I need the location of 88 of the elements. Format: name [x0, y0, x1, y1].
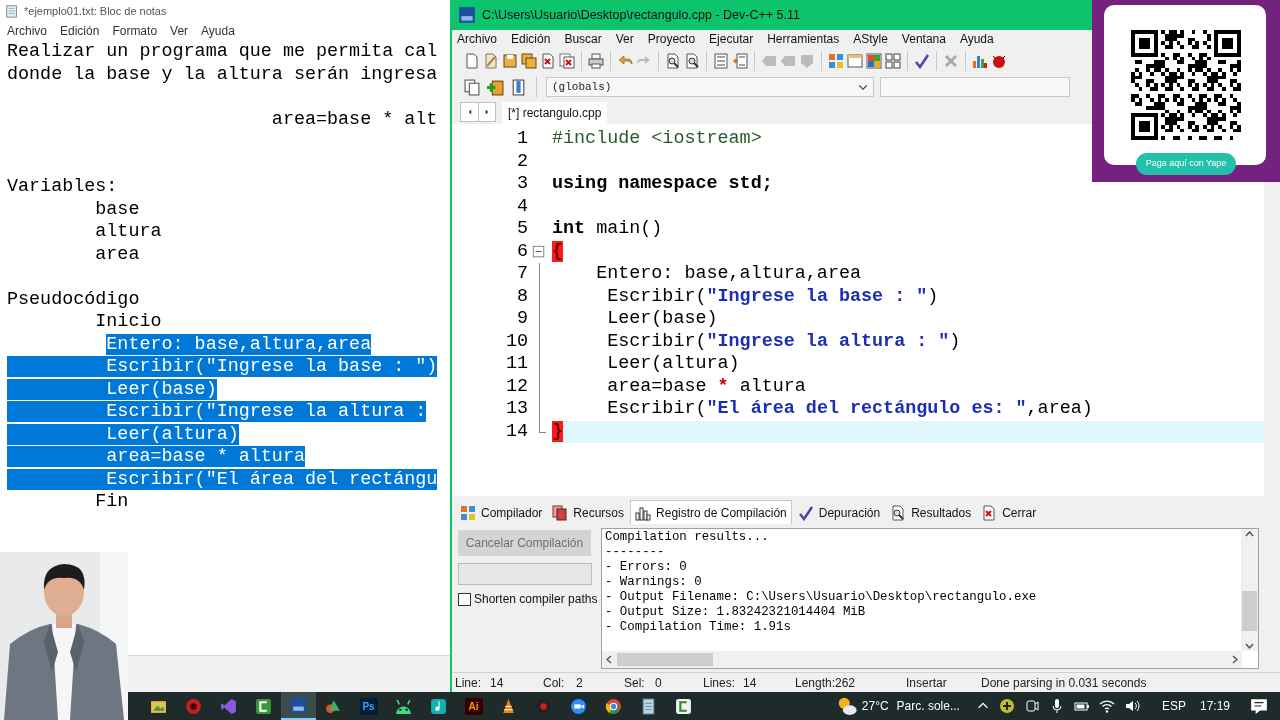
status-label: Line:: [455, 674, 483, 692]
clock[interactable]: 17:19: [1199, 697, 1230, 715]
menu-item[interactable]: Ejecutar: [709, 30, 754, 48]
text-line: Leer(base): [7, 378, 450, 401]
code-line: Escribir("Ingrese la altura : "): [606, 330, 962, 353]
menu-item[interactable]: Ver: [615, 30, 634, 48]
menu-item[interactable]: Ver: [170, 22, 189, 40]
menu-item[interactable]: Edición: [511, 30, 551, 48]
weather-text: Parc. sole...: [896, 698, 960, 715]
temperature: 27°C: [861, 698, 889, 715]
code-line: Leer(altura): [606, 353, 741, 376]
text-line: altura: [94, 221, 163, 244]
status-label: Col:: [543, 674, 566, 692]
line-number: 7: [515, 263, 529, 286]
text-line: Variables:: [7, 176, 119, 199]
log-line: --------: [605, 545, 666, 560]
panel-tab[interactable]: Compilador: [456, 502, 547, 524]
line-number: 13: [504, 398, 529, 421]
panel-tab[interactable]: Resultados: [886, 502, 976, 524]
line-number: 14: [504, 420, 529, 443]
menu-item[interactable]: Ayuda: [959, 30, 994, 48]
status-value: 2: [576, 674, 583, 692]
app-badge: Ai: [464, 697, 483, 715]
language-indicator[interactable]: ESP: [1161, 697, 1186, 715]
status-value: 14: [490, 674, 504, 692]
status-message: Done parsing in 0.031 seconds: [981, 674, 1147, 692]
menu-item[interactable]: Formato: [112, 22, 158, 40]
text-line: Inicio: [94, 311, 163, 334]
editor-tab[interactable]: [*] rectangulo.cpp: [502, 102, 608, 124]
status-label: Sel:: [624, 674, 646, 692]
text-line: area=base * alt: [270, 108, 439, 131]
line-number: 1: [515, 128, 529, 151]
code-line: Escribir("El área del rectángulo es: ",area): [606, 398, 1094, 421]
line-number: 10: [504, 330, 529, 353]
taskbar-button[interactable]: Ps: [351, 692, 386, 720]
code-line: using namespace std;: [552, 173, 774, 196]
app-badge: Ps: [359, 697, 378, 715]
menu-item[interactable]: Ayuda: [201, 22, 235, 40]
status-value: 262: [835, 674, 856, 692]
menu-item[interactable]: Herramientas: [767, 30, 840, 48]
line-number: 4: [515, 195, 529, 218]
line-number: 3: [515, 173, 529, 196]
log-line: - Compilation Time: 1.91s: [605, 620, 792, 635]
line-number: 9: [515, 308, 529, 331]
line-number: 5: [515, 218, 529, 241]
text-line: area: [94, 243, 141, 266]
code-line: int main(): [552, 218, 664, 241]
menu-item[interactable]: Buscar: [564, 30, 602, 48]
text-line: base: [94, 198, 141, 221]
code-line: #include <iostream>: [552, 128, 763, 151]
insert-mode: Insertar: [906, 674, 948, 692]
code-line: Escribir("Ingrese la base : "): [606, 285, 940, 308]
checkbox-label[interactable]: Shorten compiler paths: [474, 590, 598, 608]
panel-tab[interactable]: Registro de Compilación: [630, 500, 792, 524]
text-line: Pseudocódigo: [7, 288, 141, 311]
menu-item[interactable]: Archivo: [7, 22, 47, 40]
menu-item[interactable]: Archivo: [457, 30, 497, 48]
code-line: Entero: base,altura,area: [595, 263, 862, 286]
panel-tab[interactable]: Cerrar: [977, 502, 1041, 524]
status-value: 14: [743, 674, 757, 692]
log-line: - Output Size: 1.83242321014404 MiB: [605, 605, 867, 620]
menu-item[interactable]: Edición: [60, 22, 100, 40]
log-line: - Warnings: 0: [605, 575, 703, 590]
window-title: *ejemplo01.txt: Bloc de notas: [24, 3, 167, 19]
text-line: donde la base y la altura serán ingresa: [7, 63, 439, 86]
menu-item[interactable]: Ventana: [901, 30, 946, 48]
text-line: Realizar un programa que me permita cal: [7, 41, 439, 64]
log-line: - Errors: 0: [605, 560, 688, 575]
panel-tab[interactable]: Depuración: [793, 502, 885, 524]
line-number: 2: [515, 150, 529, 173]
log-line: Compilation results...: [605, 530, 770, 545]
line-number: 11: [504, 353, 529, 376]
line-number: 8: [515, 285, 529, 308]
code-line: area=base * altura: [606, 375, 807, 398]
text-line: Fin: [94, 491, 130, 514]
window-title: C:\Users\Usuario\Desktop\rectangulo.cpp - Dev-C++ 5.11: [482, 6, 800, 24]
menu-item[interactable]: Proyecto: [647, 30, 696, 48]
line-number: 6: [515, 240, 529, 263]
menu-item[interactable]: AStyle: [853, 30, 888, 48]
line-number: 12: [504, 375, 529, 398]
status-value: 0: [655, 674, 662, 692]
panel-tab[interactable]: Recursos: [548, 502, 629, 524]
scope-dropdown[interactable]: (globals): [546, 77, 874, 97]
status-label: Lines:: [703, 674, 737, 692]
code-line: Leer(base): [606, 308, 719, 331]
log-line: - Output Filename: C:\Users\Usuario\Desktop\rectangulo.exe: [605, 590, 1038, 605]
taskbar-button[interactable]: Ai: [456, 692, 491, 720]
status-label: Length:: [795, 674, 835, 692]
